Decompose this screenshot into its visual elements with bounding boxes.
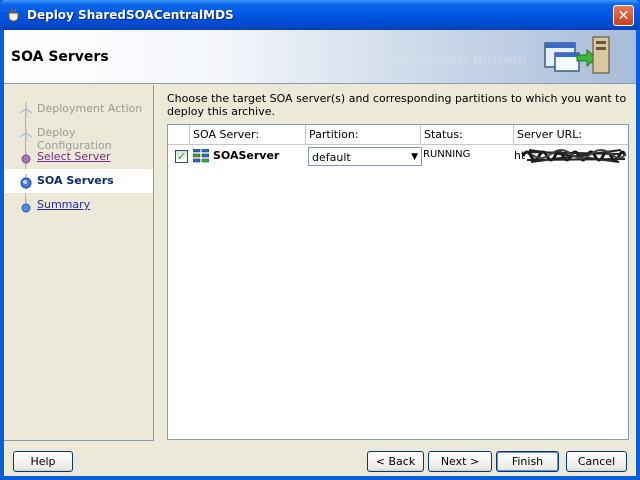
page-title: SOA Servers [11,49,109,65]
wizard-steps-nav: Deployment Action Deploy Configuration S… [4,85,154,441]
header-binary-decoration: 010101010101010101 10101010101 [379,56,527,66]
nav-step-label[interactable]: Summary [37,198,90,211]
main-panel: Choose the target SOA server(s) and corr… [160,85,632,441]
finish-button-label: Finish [511,455,544,468]
nav-step-deploy-configuration: Deploy Configuration [4,121,153,152]
nav-step-summary[interactable]: Summary [4,193,153,217]
close-icon: ✕ [617,7,630,24]
deploy-server-icon [544,36,610,74]
server-status: RUNNING [423,149,471,160]
servers-table: SOA Server: Partition: Status: Server UR… [167,124,629,440]
redacted-url-scribble [521,149,627,163]
step-current-icon [20,174,32,190]
server-name: SOAServer [213,149,280,162]
window-title: Deploy SharedSOACentralMDS [27,8,234,22]
cancel-button[interactable]: Cancel [566,451,627,472]
nav-step-label[interactable]: SOA Servers [37,174,114,187]
partition-select[interactable]: default ▼ [308,147,422,166]
help-button-label: Help [30,455,56,468]
help-button[interactable]: Help [13,451,73,472]
nav-step-deployment-action: Deployment Action [4,97,153,121]
column-header-status[interactable]: Status: [421,125,514,145]
partition-selected-value: default [312,151,351,164]
step-pending-icon [19,102,33,118]
title-bar[interactable]: Deploy SharedSOACentralMDS ✕ [0,0,640,30]
step-visited-icon [21,150,31,166]
column-header-soa-server[interactable]: SOA Server: [190,125,306,145]
step-future-icon [21,198,31,213]
wizard-header: SOA Servers 010101010101010101 101010101… [4,30,636,84]
back-button[interactable]: < Back [367,451,424,472]
next-button-label: Next > [440,455,480,468]
column-header-server-url[interactable]: Server URL: [514,125,628,145]
column-header-partition[interactable]: Partition: [306,125,421,145]
dropdown-arrow-icon[interactable]: ▼ [411,152,418,162]
step-pending-icon [19,126,33,142]
soa-server-icon [193,149,209,163]
instructions-text: Choose the target SOA server(s) and corr… [167,92,627,118]
table-row[interactable]: ✓ SOAServer default ▼ RUNNING ht [168,146,628,166]
table-header: SOA Server: Partition: Status: Server UR… [168,125,628,145]
coffee-cup-icon [8,8,20,22]
nav-step-label: Deployment Action [37,102,143,115]
cancel-button-label: Cancel [577,455,616,468]
back-button-label: < Back [375,455,416,468]
next-button[interactable]: Next > [428,451,492,472]
nav-step-label[interactable]: Select Server [37,150,111,163]
nav-step-select-server[interactable]: Select Server [4,145,153,169]
finish-button[interactable]: Finish [496,451,559,472]
checkmark-icon: ✓ [176,150,187,163]
nav-step-soa-servers[interactable]: SOA Servers [4,169,153,193]
close-button[interactable]: ✕ [613,5,634,26]
server-select-checkbox[interactable]: ✓ [175,150,188,163]
deploy-dialog: Deploy SharedSOACentralMDS ✕ SOA Servers… [0,0,640,480]
column-header-select[interactable] [168,125,190,145]
